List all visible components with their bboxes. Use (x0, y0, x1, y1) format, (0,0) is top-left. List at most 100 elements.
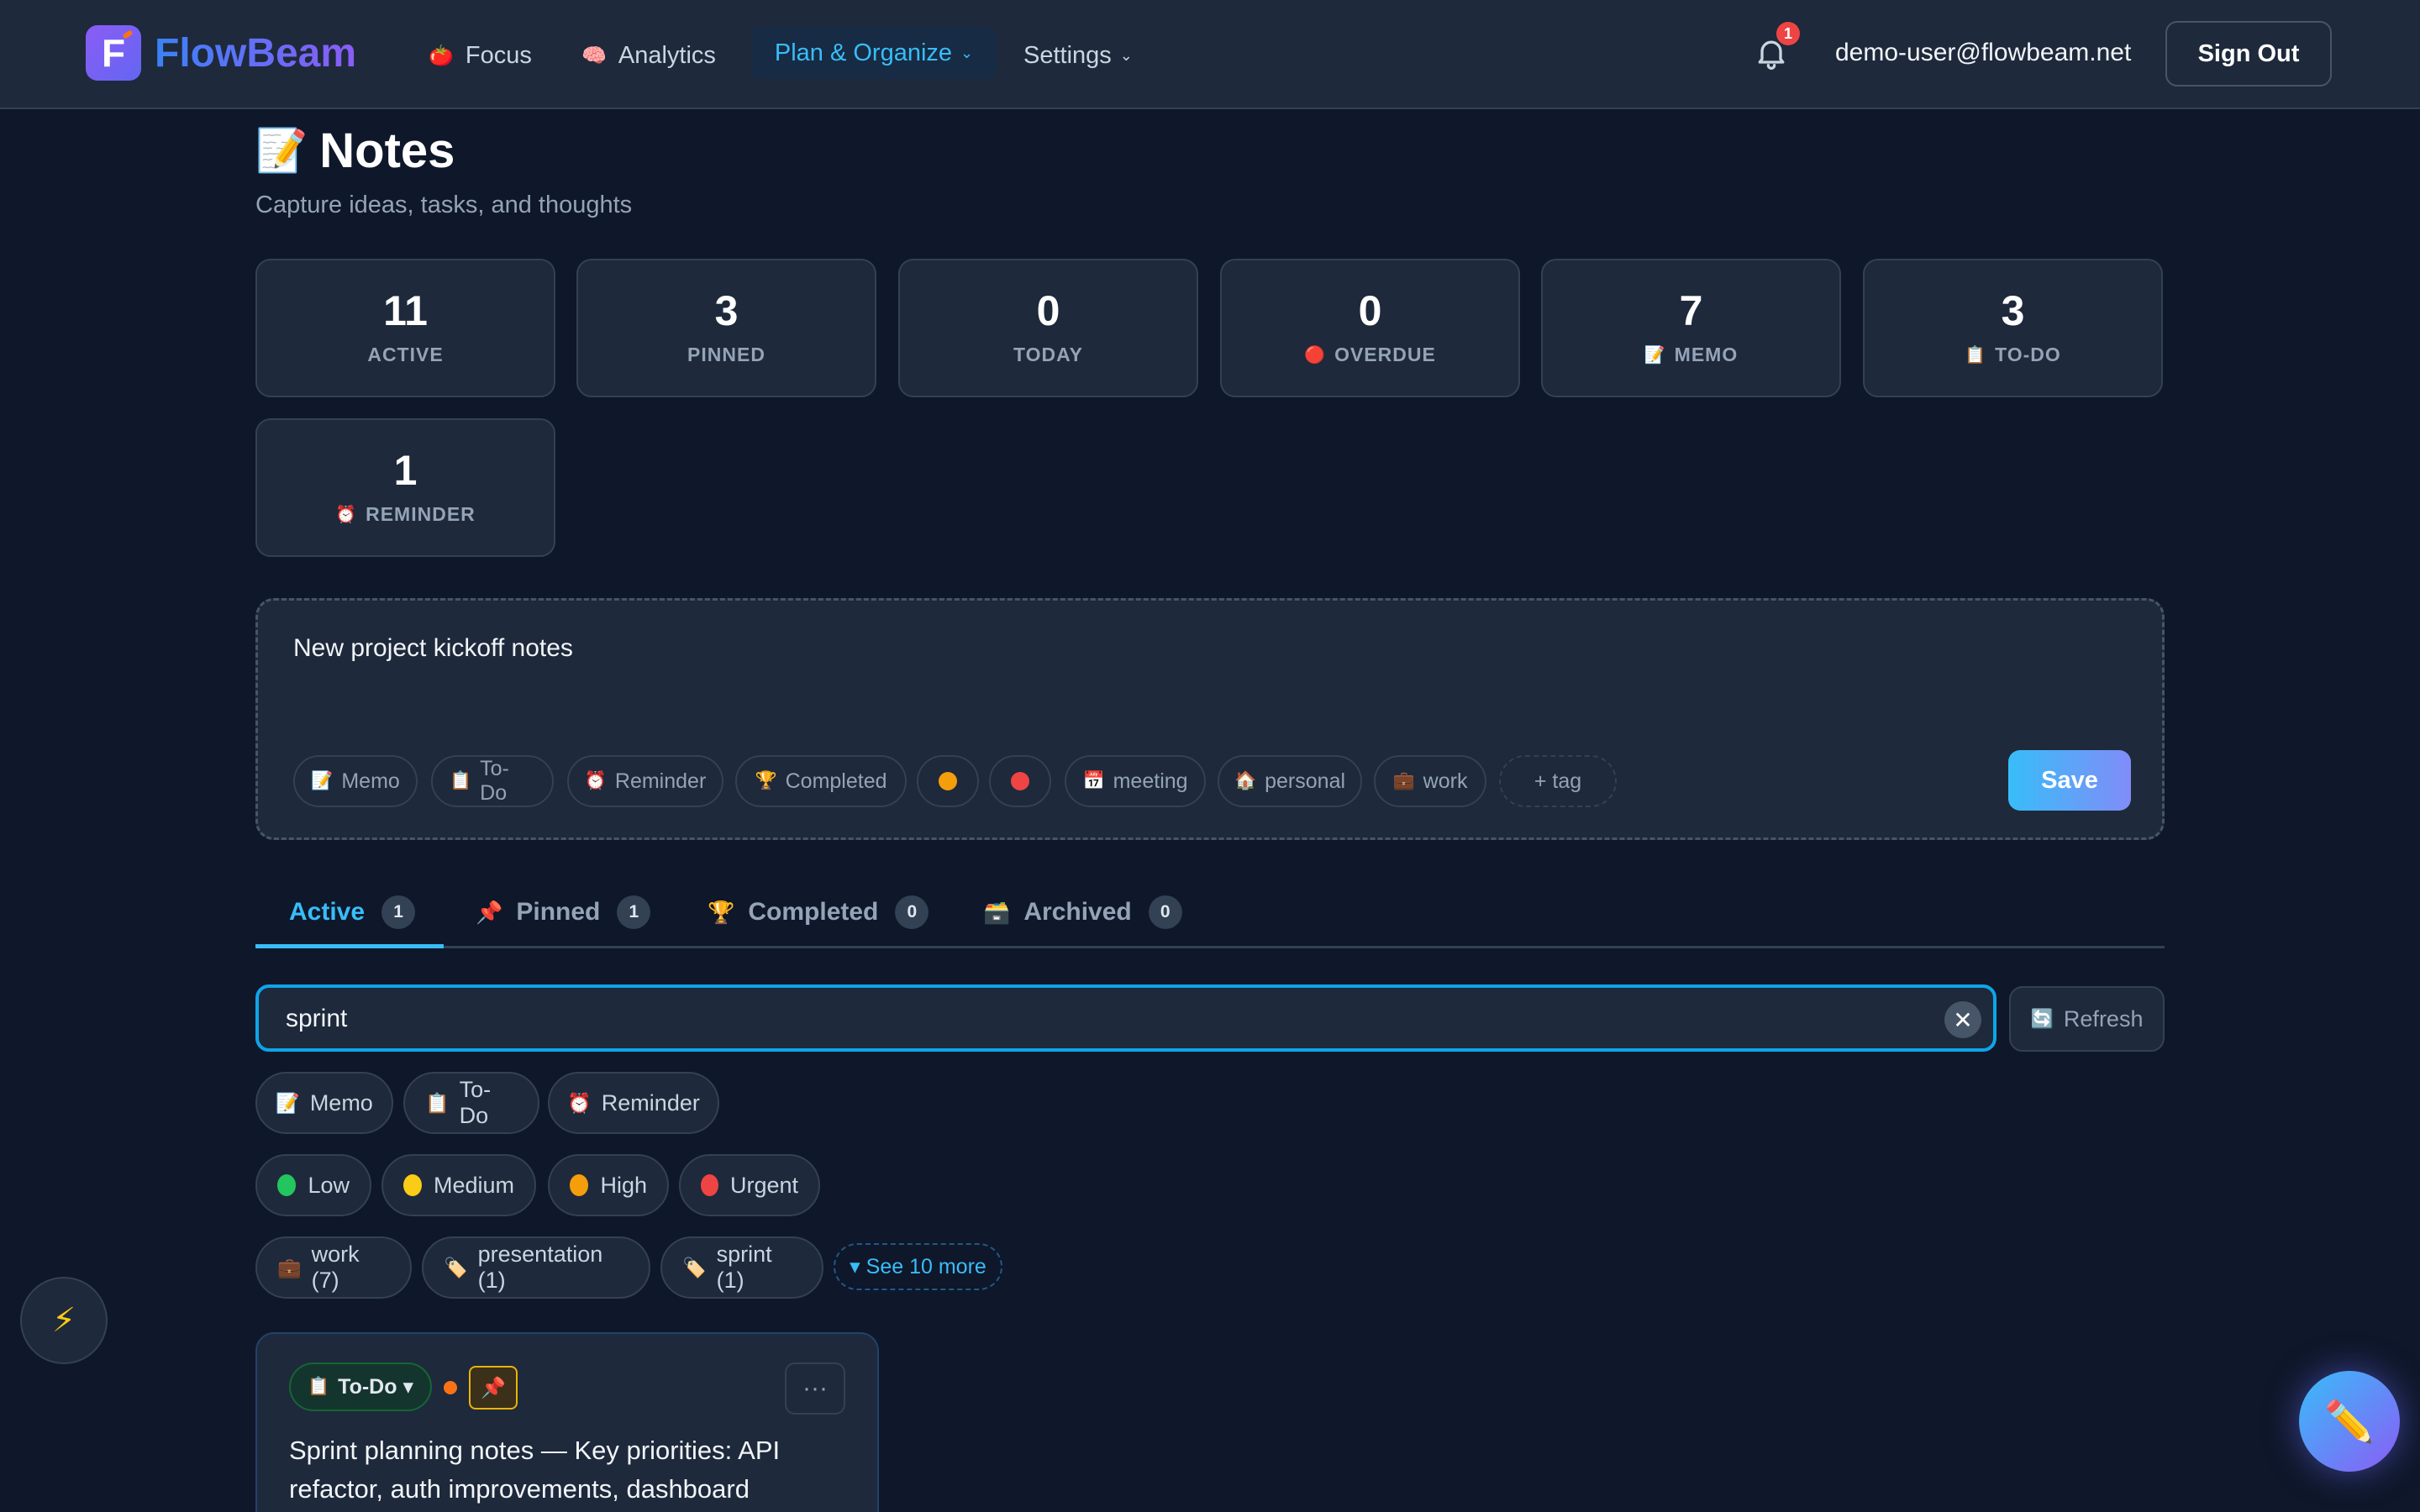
composer-input[interactable]: New project kickoff notes (293, 634, 573, 663)
notification-badge: 1 (1776, 22, 1800, 45)
calendar-icon: 📅 (1082, 771, 1105, 790)
clipboard-icon: 📋 (425, 1091, 450, 1114)
filter-type-reminder[interactable]: ⏰ Reminder (548, 1072, 719, 1134)
chevron-down-icon: ⌄ (1119, 46, 1133, 64)
tab-label: Completed (748, 898, 879, 926)
page-title: 📝 Notes (255, 123, 455, 179)
filter-tag-presentation[interactable]: 🏷️ presentation (1) (422, 1236, 650, 1299)
lightning-icon[interactable]: ⚡ (20, 1277, 108, 1364)
tab-label: Active (289, 898, 366, 926)
save-button[interactable]: Save (2008, 750, 2131, 811)
tomato-icon: 🍅 (429, 44, 454, 67)
house-icon: 🏠 (1234, 771, 1257, 790)
composer-tag-personal[interactable]: 🏠 personal (1218, 755, 1362, 807)
orange-circle-icon (939, 772, 957, 790)
filter-priority-medium[interactable]: Medium (381, 1154, 536, 1216)
brand-logo[interactable]: F FlowBeam (86, 25, 356, 81)
note-type-dropdown[interactable]: 📋 To-Do ▾ (289, 1362, 432, 1411)
stat-card-todo[interactable]: 3 📋 TO-DO (1863, 259, 2163, 397)
filter-priority-high[interactable]: High (548, 1154, 669, 1216)
tab-count-badge: 0 (895, 895, 929, 929)
composer-tag-meeting[interactable]: 📅 meeting (1065, 755, 1206, 807)
stat-label: PINNED (687, 344, 765, 365)
filter-type-todo[interactable]: 📋 To-Do (403, 1072, 539, 1134)
stat-value: 11 (383, 287, 428, 334)
tab-label: Archived (1023, 898, 1132, 926)
tab-completed[interactable]: 🏆 Completed 0 (708, 890, 929, 934)
user-email: demo-user@flowbeam.net (1835, 39, 2132, 66)
refresh-button[interactable]: 🔄 Refresh (2009, 986, 2165, 1052)
add-tag-button[interactable]: + tag (1499, 755, 1617, 807)
filter-tag-work[interactable]: 💼 work (7) (255, 1236, 412, 1299)
label-icon: 🏷️ (444, 1256, 468, 1278)
new-note-pencil-icon[interactable]: ✏️ (2299, 1371, 2400, 1472)
nav-settings[interactable]: Settings ⌄ (1023, 34, 1133, 77)
see-more-tags-button[interactable]: ▾ See 10 more (834, 1243, 1002, 1290)
more-options-button[interactable]: ··· (785, 1362, 845, 1415)
alarm-clock-icon: ⏰ (567, 1091, 592, 1114)
trophy-icon: 🏆 (708, 899, 735, 925)
page-subtitle: Capture ideas, tasks, and thoughts (255, 192, 633, 218)
alarm-clock-icon: ⏰ (335, 506, 358, 524)
memo-icon: 📝 (1644, 346, 1666, 365)
nav-settings-label: Settings (1023, 41, 1112, 69)
filter-type-memo[interactable]: 📝 Memo (255, 1072, 393, 1134)
tabs-divider (255, 946, 2165, 948)
red-circle-icon (1011, 772, 1029, 790)
tab-count-badge: 0 (1148, 895, 1182, 929)
sign-out-button[interactable]: Sign Out (2165, 21, 2332, 87)
composer-priority-urgent[interactable] (989, 755, 1051, 807)
nav-focus[interactable]: 🍅 Focus (429, 34, 532, 77)
stat-card-active[interactable]: 11 ACTIVE (255, 259, 555, 397)
composer-priority-high[interactable] (917, 755, 979, 807)
filter-tag-sprint[interactable]: 🏷️ sprint (1) (660, 1236, 823, 1299)
filter-priority-low[interactable]: Low (255, 1154, 371, 1216)
note-composer[interactable]: New project kickoff notes 📝 Memo 📋 To-Do… (255, 598, 2165, 840)
stat-card-pinned[interactable]: 3 PINNED (576, 259, 876, 397)
composer-chip-memo[interactable]: 📝 Memo (293, 755, 418, 807)
priority-dot (444, 1381, 457, 1394)
red-circle-icon (701, 1174, 718, 1196)
filter-priority-urgent[interactable]: Urgent (679, 1154, 820, 1216)
brand-name: FlowBeam (155, 30, 357, 76)
search-input[interactable]: sprint ✕ (255, 984, 1996, 1052)
refresh-icon: 🔄 (2030, 1008, 2054, 1029)
composer-chip-completed[interactable]: 🏆 Completed (735, 755, 907, 807)
composer-tag-work[interactable]: 💼 work (1374, 755, 1486, 807)
stat-value: 1 (393, 447, 418, 494)
pushpin-icon: 📌 (476, 899, 503, 925)
tab-active[interactable]: Active 1 (289, 890, 416, 934)
stat-label: 🔴 OVERDUE (1304, 344, 1436, 365)
active-tab-indicator (255, 944, 444, 948)
clear-search-icon[interactable]: ✕ (1944, 1001, 1981, 1038)
tab-count-badge: 1 (617, 895, 651, 929)
card-file-box-icon: 🗃️ (983, 899, 1011, 925)
briefcase-icon: 💼 (277, 1256, 302, 1278)
stat-card-memo[interactable]: 7 📝 MEMO (1541, 259, 1841, 397)
stat-value: 7 (1679, 287, 1703, 334)
note-content: Sprint planning notes — Key priorities: … (289, 1436, 781, 1504)
memo-icon: 📝 (311, 771, 334, 790)
stat-value: 3 (2001, 287, 2025, 334)
stat-card-reminder[interactable]: 1 ⏰ REMINDER (255, 418, 555, 557)
composer-chip-todo[interactable]: 📋 To-Do (431, 755, 554, 807)
composer-chip-reminder[interactable]: ⏰ Reminder (567, 755, 723, 807)
note-card[interactable]: 📋 To-Do ▾ 📌 ··· Sprint planning notes — … (255, 1332, 879, 1512)
pushpin-icon[interactable]: 📌 (469, 1366, 518, 1410)
nav-analytics[interactable]: 🧠 Analytics (581, 34, 716, 77)
tab-pinned[interactable]: 📌 Pinned 1 (476, 890, 651, 934)
stat-label: ACTIVE (367, 344, 444, 365)
stat-label: ⏰ REMINDER (335, 503, 476, 525)
stat-card-today[interactable]: 0 TODAY (898, 259, 1198, 397)
logo-mark: F (86, 25, 141, 81)
clipboard-icon: 📋 (450, 771, 472, 790)
briefcase-icon: 💼 (1392, 771, 1415, 790)
tab-count-badge: 1 (381, 895, 416, 929)
memo-icon: 📝 (255, 127, 308, 174)
tab-archived[interactable]: 🗃️ Archived 0 (983, 890, 1182, 934)
search-value: sprint (286, 1005, 348, 1032)
stat-value: 3 (714, 287, 739, 334)
nav-plan-organize[interactable]: Plan & Organize ⌄ (751, 27, 997, 79)
stat-label: 📝 MEMO (1644, 344, 1739, 365)
stat-card-overdue[interactable]: 0 🔴 OVERDUE (1220, 259, 1520, 397)
